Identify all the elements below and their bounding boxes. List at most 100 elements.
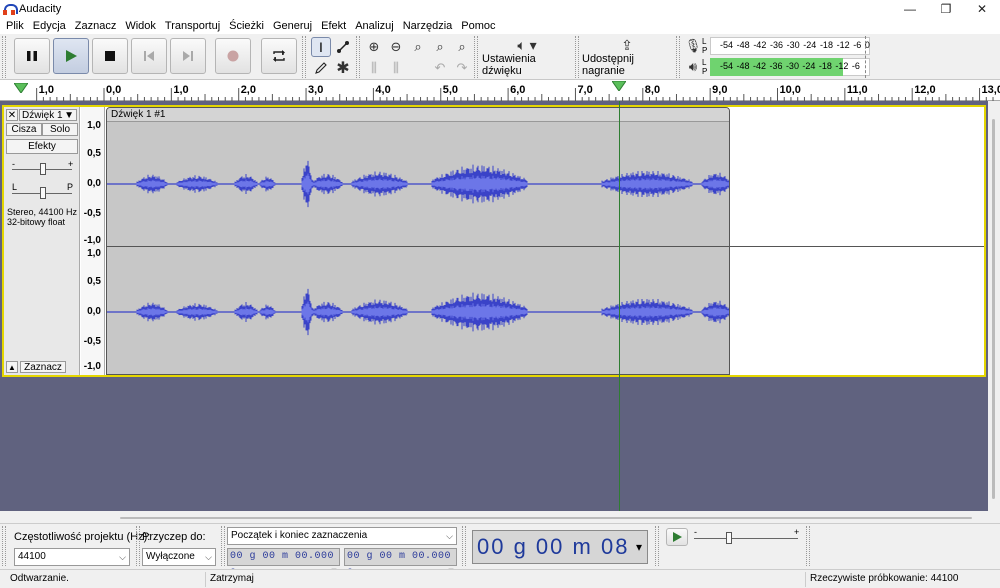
toolbar-grip[interactable]: [575, 36, 579, 78]
playback-speed-slider[interactable]: [694, 538, 798, 539]
maximize-button[interactable]: ❐: [928, 0, 964, 18]
ruler-label: 12,0: [914, 84, 935, 96]
toolbar-grip[interactable]: [462, 526, 466, 566]
pencil-icon: [315, 62, 327, 74]
toolbar-grip[interactable]: [221, 526, 225, 566]
selection-tool-button[interactable]: I: [311, 37, 331, 57]
audio-position-time[interactable]: 00 g 00 m 08 s▾: [472, 530, 648, 588]
menu-narzedzia[interactable]: Narzędzia: [399, 20, 458, 32]
envelope-tool-button[interactable]: [333, 37, 353, 57]
stop-icon: [105, 51, 115, 61]
track-control-panel: ✕ Dźwięk 1 ▼ Cisza Solo Efekty - + L P S…: [4, 107, 80, 375]
collapse-track-button[interactable]: ▲: [6, 361, 18, 373]
record-button[interactable]: [215, 38, 251, 74]
undo-button[interactable]: ↶: [430, 58, 450, 78]
ruler-label: 5,0: [443, 84, 458, 96]
share-audio-label: Udostępnij nagranie: [582, 53, 634, 77]
main-toolbar: I ✱ ⊕ ⊖ ⌕ ⌕ ⌕ ⫼ ⫼ ↶ ↷ 🔈︎ ▾ Ustawienia dź…: [0, 34, 1000, 80]
close-button[interactable]: ✕: [964, 0, 1000, 18]
toolbar-grip[interactable]: [356, 36, 360, 78]
redo-button[interactable]: ↷: [452, 58, 472, 78]
snap-to-select[interactable]: Wyłączone ⌵: [142, 548, 216, 566]
skip-to-start-button[interactable]: [131, 38, 167, 74]
skip-to-end-button[interactable]: [170, 38, 206, 74]
project-rate-select[interactable]: 44100 ⌵: [14, 548, 130, 566]
menu-efekt[interactable]: Efekt: [317, 20, 351, 32]
toolbar-grip[interactable]: [806, 526, 810, 566]
zoom-out-button[interactable]: ⊖: [386, 37, 406, 57]
audio-track[interactable]: ✕ Dźwięk 1 ▼ Cisza Solo Efekty - + L P S…: [2, 105, 986, 377]
toolbar-grip[interactable]: [2, 36, 6, 78]
share-audio-button[interactable]: ⇪ Udostępnij nagranie: [582, 36, 672, 78]
status-action: Zatrzymaj: [210, 573, 254, 584]
menu-zaznacz[interactable]: Zaznacz: [71, 20, 122, 32]
ruler-label: 3,0: [308, 84, 323, 96]
menu-sciezki[interactable]: Ścieżki: [225, 20, 269, 32]
track-area[interactable]: ✕ Dźwięk 1 ▼ Cisza Solo Efekty - + L P S…: [0, 101, 988, 511]
speed-plus-label: +: [794, 527, 800, 537]
ruler-label: 7,0: [577, 84, 592, 96]
menu-edycja[interactable]: Edycja: [29, 20, 71, 32]
mute-button[interactable]: Cisza: [6, 123, 42, 136]
window-title: Audacity: [19, 3, 62, 15]
draw-tool-button[interactable]: [311, 58, 331, 78]
stop-button[interactable]: [92, 38, 128, 74]
audio-settings-button[interactable]: 🔈︎ ▾ Ustawienia dźwięku: [482, 36, 572, 78]
horizontal-scrollbar[interactable]: [0, 511, 988, 523]
zoom-in-icon: ⊕: [368, 39, 380, 54]
track-format-rate: Stereo, 44100 Hz: [7, 207, 78, 217]
fit-selection-button[interactable]: ⌕: [408, 37, 428, 57]
silence-button[interactable]: ⫼: [386, 58, 406, 78]
play-head-marker-icon: [14, 83, 28, 93]
loop-button[interactable]: [261, 38, 297, 74]
ruler-label: 8,0: [645, 84, 660, 96]
amplitude-ruler: 1,0 0,5 0,0 -0,5 -1,0 1,0 0,5 0,0 -0,5 -…: [81, 107, 105, 375]
menu-generuj[interactable]: Generuj: [269, 20, 317, 32]
track-select-button[interactable]: Zaznacz: [20, 361, 66, 373]
skip-end-icon: [183, 51, 193, 61]
minimize-button[interactable]: —: [892, 0, 928, 18]
fit-project-button[interactable]: ⌕: [430, 37, 450, 57]
multi-tool-button[interactable]: ✱: [333, 58, 353, 78]
pan-left-label: L: [12, 182, 18, 192]
vertical-scrollbar[interactable]: [988, 101, 1000, 511]
envelope-icon: [337, 41, 349, 53]
toolbar-grip[interactable]: [655, 526, 659, 566]
toolbar-grip[interactable]: [676, 36, 680, 78]
toolbar-grip[interactable]: [136, 526, 140, 566]
timeline-ruler[interactable]: 1,0 0,0 1,0 2,0 3,0 4,0 5,0 6,0 7,0 8,0 9,0 10,0 11,…: [0, 80, 1000, 101]
play-button[interactable]: [53, 38, 89, 74]
track-name-menu[interactable]: Dźwięk 1 ▼: [19, 109, 77, 121]
track-close-button[interactable]: ✕: [6, 109, 18, 121]
trim-button[interactable]: ⫼: [364, 58, 384, 78]
zoom-toggle-button[interactable]: ⌕: [452, 37, 472, 57]
gain-slider-thumb[interactable]: [40, 163, 46, 175]
toolbar-grip[interactable]: [474, 36, 478, 78]
toolbar-grip[interactable]: [2, 526, 6, 566]
selection-start-time[interactable]: 00 g 00 m 00.000 s▾: [227, 548, 340, 578]
menu-analizuj[interactable]: Analizuj: [351, 20, 399, 32]
zoom-toggle-icon: ⌕: [458, 39, 466, 54]
playback-meter[interactable]: LP -54 -48 -42 -36 -30 -24 -18 -12 -6: [700, 57, 870, 77]
audio-clip[interactable]: Dźwięk 1 #1: [106, 107, 730, 375]
menu-transportuj[interactable]: Transportuj: [161, 20, 225, 32]
pan-slider-thumb[interactable]: [40, 187, 46, 199]
zoom-in-button[interactable]: ⊕: [364, 37, 384, 57]
effects-button[interactable]: Efekty: [6, 139, 78, 154]
selection-mode-select[interactable]: Początek i koniec zaznaczenia ⌵: [227, 527, 457, 545]
timeline-ticks: 1,0 0,0 1,0 2,0 3,0 4,0 5,0 6,0 7,0 8,0 9,0 10,0 11,…: [36, 84, 1000, 101]
selection-end-time[interactable]: 00 g 00 m 00.000 s▾: [344, 548, 457, 578]
record-meter[interactable]: LP -54 -48 -42 -36 -30 -24 -18 -12 -6 0: [700, 36, 870, 56]
triangle-up-icon: ▲: [8, 362, 16, 372]
menu-plik[interactable]: Plik: [2, 20, 29, 32]
menu-widok[interactable]: Widok: [121, 20, 161, 32]
clip-area[interactable]: Dźwięk 1 #1: [106, 107, 984, 375]
solo-button[interactable]: Solo: [42, 123, 78, 136]
play-at-speed-button[interactable]: [666, 528, 688, 546]
toolbar-grip[interactable]: [302, 36, 306, 78]
menu-pomoc[interactable]: Pomoc: [457, 20, 500, 32]
speed-slider-thumb[interactable]: [726, 532, 732, 544]
gain-plus-label: +: [68, 159, 74, 169]
pause-button[interactable]: [14, 38, 50, 74]
trim-icon: ⫼: [371, 60, 377, 75]
